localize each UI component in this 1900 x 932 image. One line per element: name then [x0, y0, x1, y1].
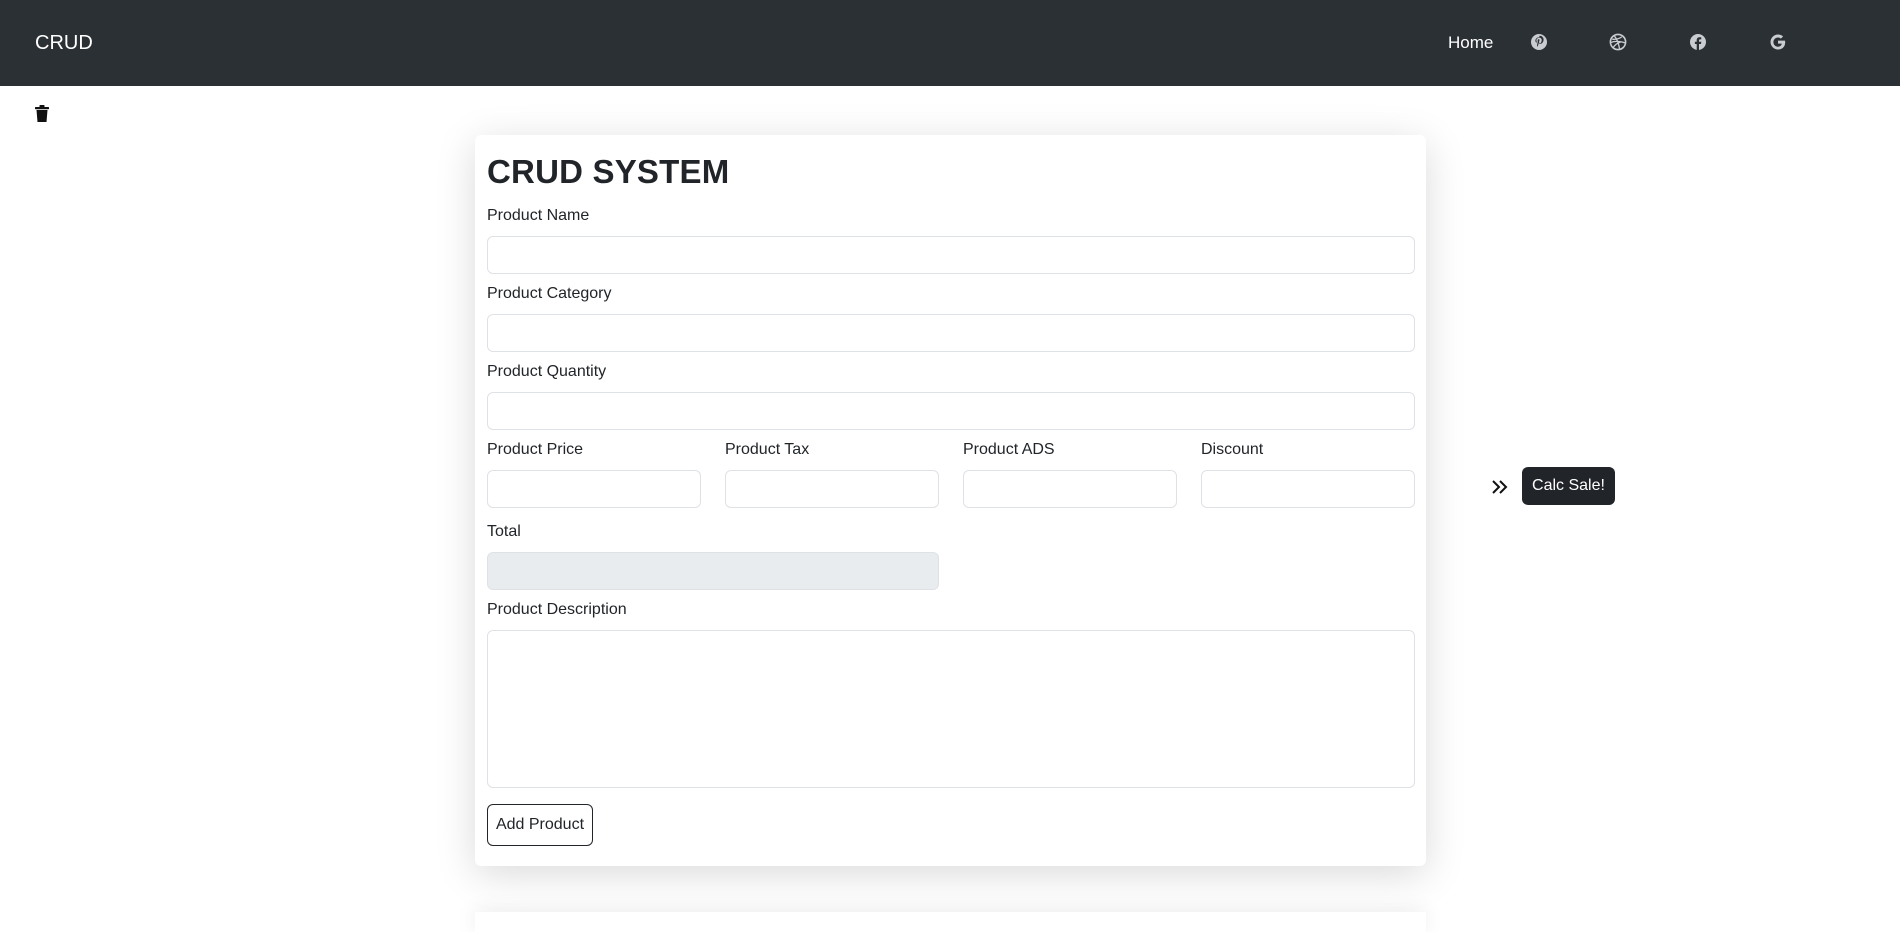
product-category-input[interactable]: [487, 314, 1415, 352]
product-category-label: Product Category: [487, 285, 612, 302]
trash-icon[interactable]: [34, 104, 50, 123]
dribbble-icon[interactable]: [1609, 33, 1627, 51]
navbar: CRUD Home: [0, 0, 1900, 86]
nav-home-link[interactable]: Home: [1448, 31, 1493, 55]
product-price-label: Product Price: [487, 441, 584, 458]
page-title: CRUD SYSTEM: [487, 153, 730, 190]
discount-label: Discount: [1201, 441, 1264, 458]
chevron-double-right-icon: [1491, 477, 1509, 497]
pinterest-icon[interactable]: [1530, 33, 1548, 51]
calc-sale-button[interactable]: Calc Sale!: [1522, 467, 1615, 505]
product-name-input[interactable]: [487, 236, 1415, 274]
facebook-icon[interactable]: [1689, 33, 1707, 51]
product-description-textarea[interactable]: [487, 630, 1415, 788]
product-tax-label: Product Tax: [725, 441, 810, 458]
product-price-input[interactable]: [487, 470, 701, 508]
product-ads-input[interactable]: [963, 470, 1177, 508]
add-product-button[interactable]: Add Product: [487, 804, 593, 846]
navbar-brand[interactable]: CRUD: [35, 29, 93, 57]
product-tax-input[interactable]: [725, 470, 939, 508]
total-label: Total: [487, 523, 521, 540]
discount-input[interactable]: [1201, 470, 1415, 508]
product-description-label: Product Description: [487, 601, 627, 618]
product-name-label: Product Name: [487, 207, 590, 224]
google-icon[interactable]: [1769, 33, 1787, 51]
next-card-edge: [475, 912, 1426, 932]
crud-form-card: CRUD SYSTEM Product Name Product Categor…: [475, 135, 1426, 866]
product-ads-label: Product ADS: [963, 441, 1055, 458]
product-quantity-label: Product Quantity: [487, 363, 607, 380]
product-quantity-input[interactable]: [487, 392, 1415, 430]
total-output: [487, 552, 939, 590]
